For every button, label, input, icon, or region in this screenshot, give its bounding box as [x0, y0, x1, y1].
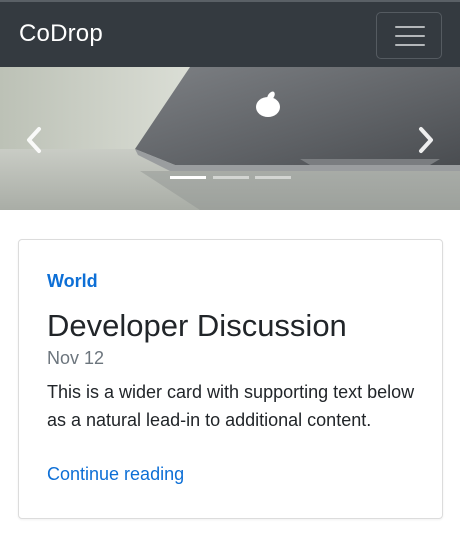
navbar-toggler-button[interactable] — [376, 12, 442, 59]
continue-reading-link[interactable]: Continue reading — [47, 464, 184, 485]
top-navbar: CoDrop — [0, 0, 460, 67]
carousel-prev-button[interactable] — [24, 125, 44, 155]
article-card: World Developer Discussion Nov 12 This i… — [18, 239, 443, 519]
card-title: Developer Discussion — [47, 308, 347, 343]
carousel-indicator-3[interactable] — [255, 176, 291, 179]
card-text: This is a wider card with supporting tex… — [47, 382, 415, 430]
carousel-slide-image — [0, 67, 460, 210]
category-label: World — [47, 271, 98, 291]
carousel-next-button[interactable] — [416, 125, 436, 155]
image-carousel[interactable] — [0, 67, 460, 210]
carousel-indicator-2[interactable] — [213, 176, 249, 179]
chevron-left-icon — [27, 127, 41, 153]
carousel-indicator-1[interactable] — [170, 176, 206, 179]
brand-logo-text[interactable]: CoDrop — [19, 20, 103, 48]
chevron-right-icon — [419, 127, 433, 153]
card-date: Nov 12 — [47, 348, 105, 368]
